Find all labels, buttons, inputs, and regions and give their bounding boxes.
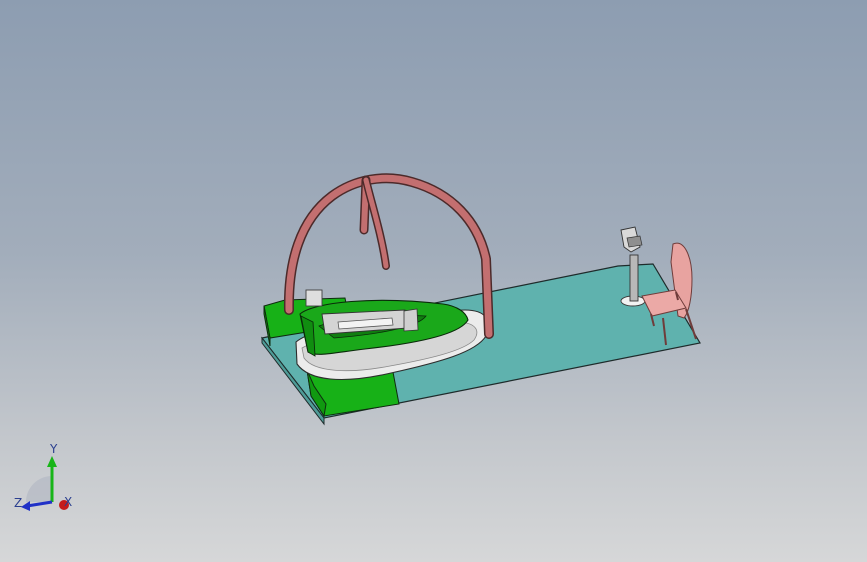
- assembly-model[interactable]: [0, 0, 867, 562]
- triad-z-arrow: [26, 500, 53, 508]
- arch-hanger[interactable]: [363, 177, 389, 269]
- triad-z-label: Z: [14, 496, 22, 510]
- triad-y-arrowhead: [47, 456, 57, 467]
- triad-z-arrowhead: [21, 501, 30, 511]
- stand-head-screen: [626, 235, 643, 248]
- stand-pole[interactable]: [629, 254, 639, 302]
- triad-quadrant: [26, 476, 52, 502]
- ride-mechanism-left-bracket[interactable]: [305, 289, 323, 307]
- triad-x-label: X: [64, 495, 72, 509]
- triad-y-label: Y: [49, 442, 58, 456]
- cad-viewport[interactable]: Y Z X: [0, 0, 867, 562]
- orientation-triad[interactable]: Y Z X: [12, 440, 82, 515]
- ride-mechanism-post: [403, 308, 419, 332]
